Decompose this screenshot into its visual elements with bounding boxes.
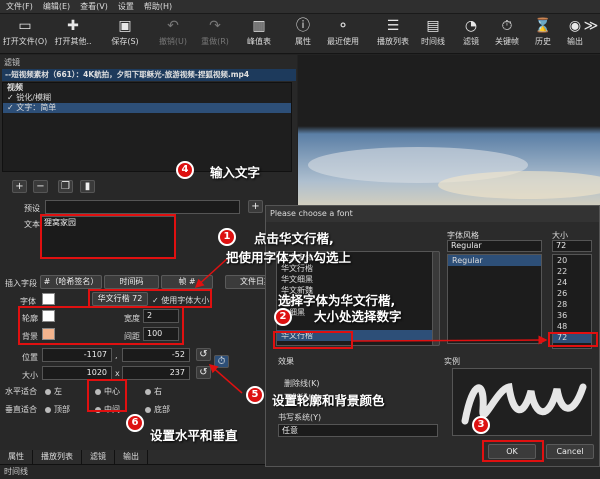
callout-6: 6 <box>126 414 144 432</box>
callout-5: 5 <box>246 386 264 404</box>
callout-4: 4 <box>176 161 194 179</box>
callout-1: 1 <box>218 228 236 246</box>
annotation-1a: 点击华文行楷, <box>254 231 334 246</box>
callout-2: 2 <box>274 308 292 326</box>
annotation-1b: 把使用字体大小勾选上 <box>226 250 352 265</box>
annotation-5: 设置轮廓和背景颜色 <box>272 393 385 408</box>
annotation-6: 设置水平和垂直 <box>150 428 238 443</box>
annotation-2b: 大小处选择数字 <box>314 309 402 324</box>
annotation-4: 输入文字 <box>210 165 261 180</box>
callout-3: 3 <box>472 416 490 434</box>
